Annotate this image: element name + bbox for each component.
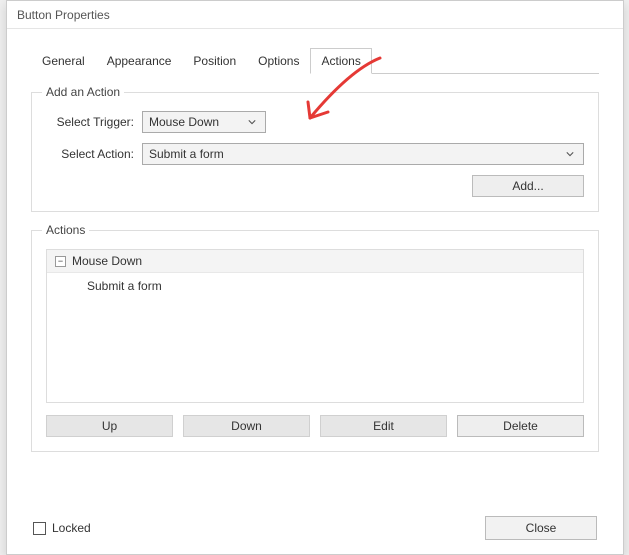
action-select[interactable]: Submit a form <box>142 143 584 165</box>
action-buttons-row: Up Down Edit Delete <box>46 415 584 437</box>
collapse-icon[interactable]: − <box>55 256 66 267</box>
trigger-row: Select Trigger: Mouse Down <box>46 111 584 133</box>
actions-fieldset: Actions − Mouse Down Submit a form Up Do… <box>31 230 599 452</box>
trigger-select[interactable]: Mouse Down <box>142 111 266 133</box>
trigger-label: Select Trigger: <box>46 115 142 129</box>
window-title: Button Properties <box>17 8 110 22</box>
tree-parent-row[interactable]: − Mouse Down <box>47 250 583 273</box>
delete-button[interactable]: Delete <box>457 415 584 437</box>
action-label: Select Action: <box>46 147 142 161</box>
trigger-value: Mouse Down <box>149 115 219 129</box>
actions-tree[interactable]: − Mouse Down Submit a form <box>46 249 584 403</box>
tree-child-row[interactable]: Submit a form <box>47 273 583 299</box>
titlebar: Button Properties <box>7 1 623 29</box>
tab-general[interactable]: General <box>31 48 96 74</box>
tab-strip: General Appearance Position Options Acti… <box>31 47 599 74</box>
action-row: Select Action: Submit a form <box>46 143 584 165</box>
tree-child-label: Submit a form <box>87 279 162 293</box>
locked-label: Locked <box>52 521 91 535</box>
add-button[interactable]: Add... <box>472 175 584 197</box>
add-button-row: Add... <box>46 175 584 197</box>
tree-parent-label: Mouse Down <box>72 254 142 268</box>
down-button[interactable]: Down <box>183 415 310 437</box>
content-area: General Appearance Position Options Acti… <box>7 29 623 484</box>
actions-legend: Actions <box>42 223 89 237</box>
add-action-fieldset: Add an Action Select Trigger: Mouse Down… <box>31 92 599 212</box>
add-action-legend: Add an Action <box>42 85 124 99</box>
chevron-down-icon <box>561 147 579 161</box>
tab-appearance[interactable]: Appearance <box>96 48 183 74</box>
locked-checkbox[interactable]: Locked <box>33 521 91 535</box>
close-button[interactable]: Close <box>485 516 597 540</box>
tab-position[interactable]: Position <box>182 48 247 74</box>
chevron-down-icon <box>243 115 261 129</box>
tab-options[interactable]: Options <box>247 48 310 74</box>
dialog-window: Button Properties General Appearance Pos… <box>6 0 624 555</box>
edit-button[interactable]: Edit <box>320 415 447 437</box>
tab-actions[interactable]: Actions <box>310 48 371 74</box>
up-button[interactable]: Up <box>46 415 173 437</box>
action-value: Submit a form <box>149 147 224 161</box>
dialog-footer: Locked Close <box>7 516 623 554</box>
checkbox-icon <box>33 522 46 535</box>
